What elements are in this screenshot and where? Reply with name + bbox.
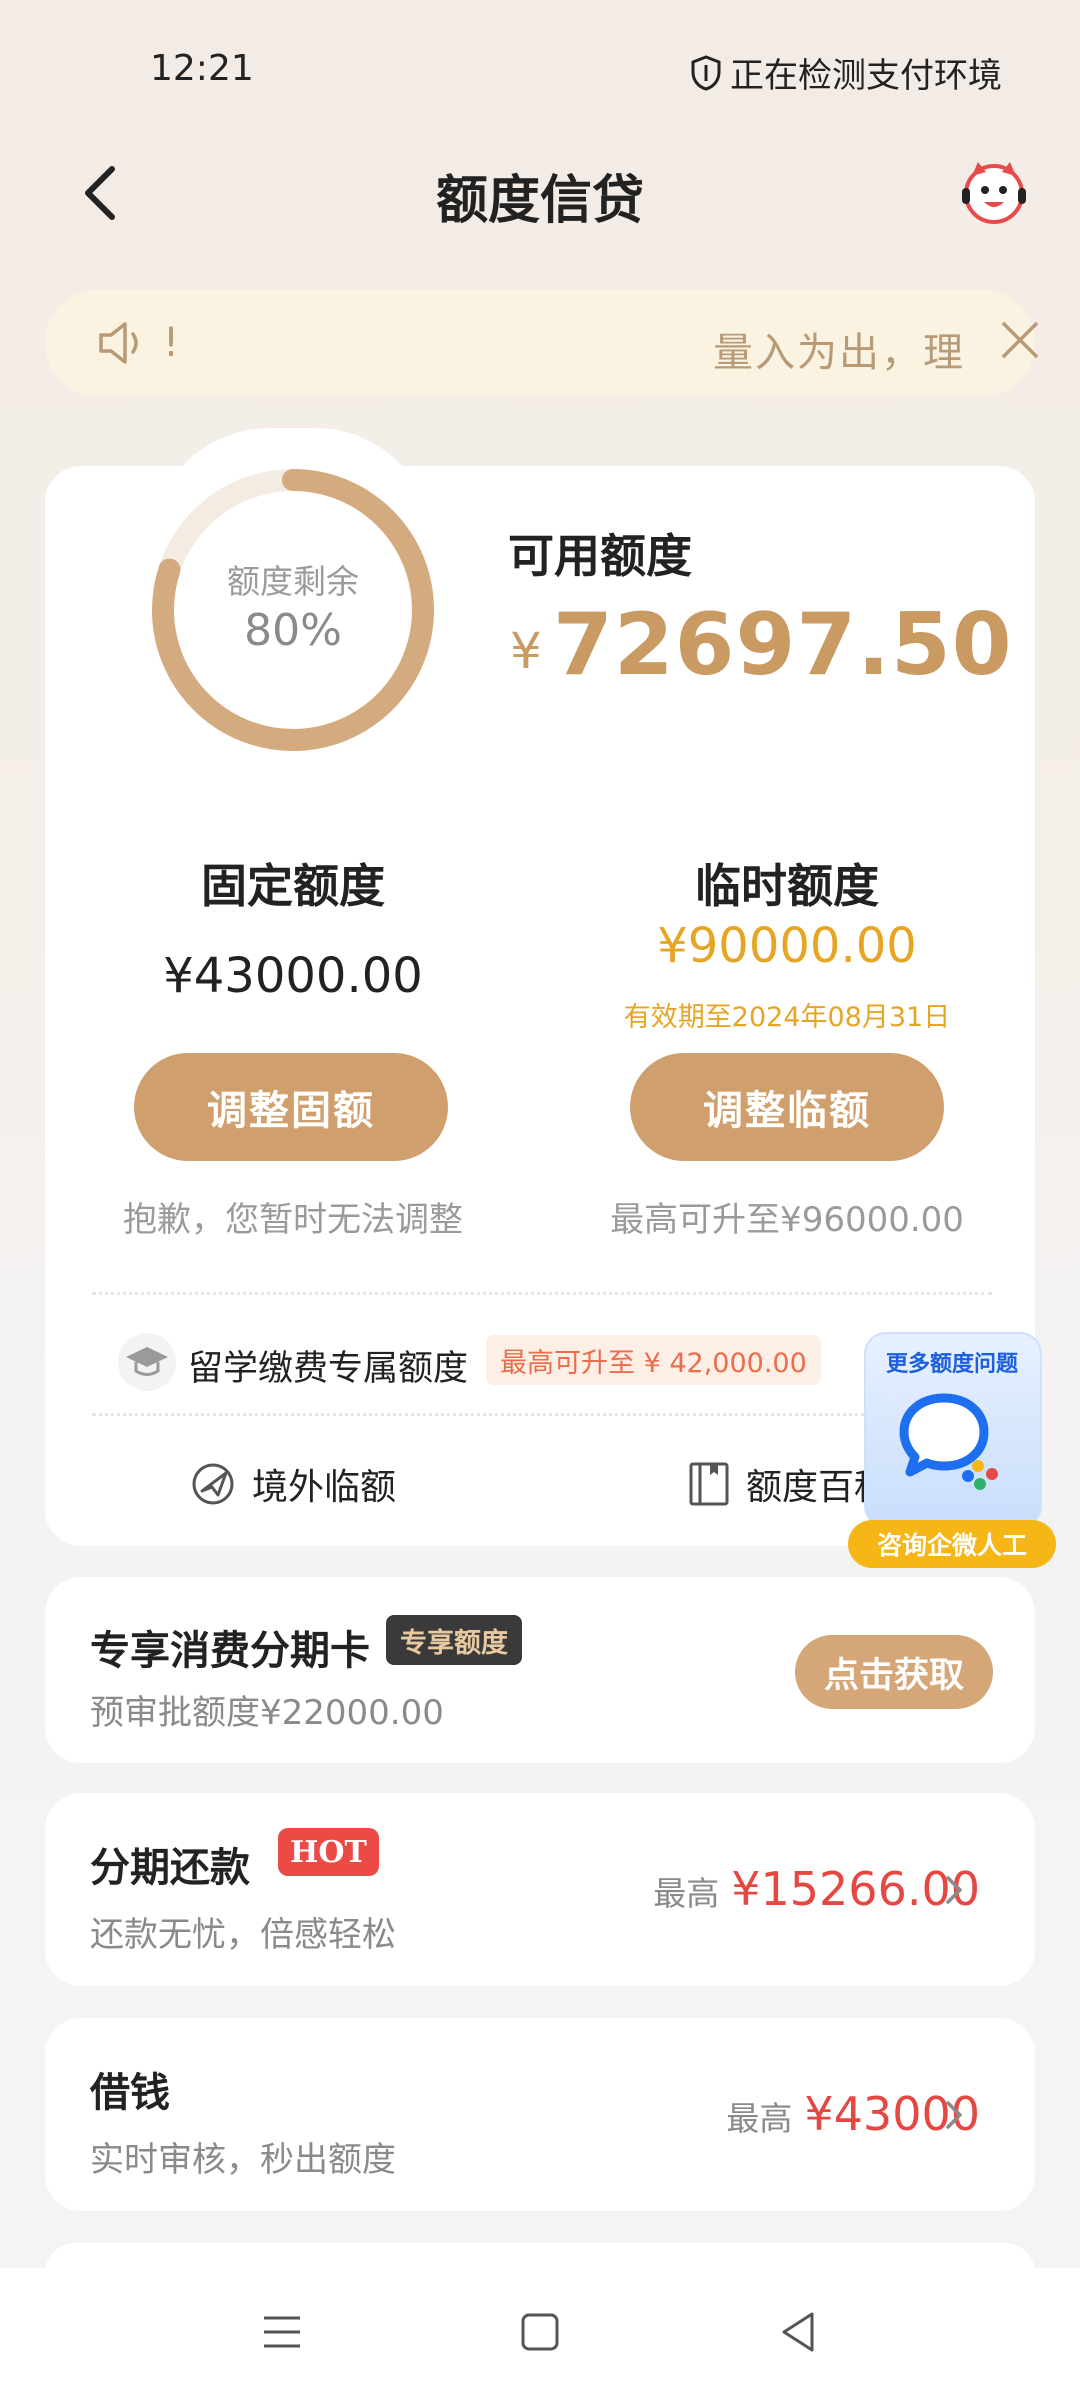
borrow-title: 借钱: [90, 2070, 170, 2116]
book-icon: [689, 1462, 729, 1506]
help-widget-title: 更多额度问题: [885, 1352, 1018, 1377]
available-currency: ¥: [510, 622, 542, 680]
study-limit-badge[interactable]: 最高可升至 ¥ 42,000.00: [486, 1335, 821, 1385]
installment-repay-title: 分期还款: [90, 1845, 250, 1891]
notice-marquee-fragment: !: [163, 320, 180, 366]
study-limit-label[interactable]: 留学缴费专属额度: [188, 1340, 468, 1391]
adjust-temp-limit-button[interactable]: 调整临额: [630, 1053, 944, 1161]
available-limit-amount: 72697.50: [553, 595, 1013, 695]
overseas-temp-limit-link[interactable]: 境外临额: [190, 1458, 396, 1510]
installment-card-sub: 预审批额度¥22000.00: [90, 1693, 444, 1733]
adjust-fixed-limit-button[interactable]: 调整固额: [134, 1053, 448, 1161]
available-limit-label: 可用额度: [508, 529, 692, 583]
overseas-temp-limit-label: 境外临额: [252, 1467, 397, 1508]
repay-max-label: 最高: [653, 1874, 720, 1913]
borrow-max-label: 最高: [726, 2099, 793, 2138]
graduation-cap-icon: [118, 1333, 176, 1391]
notice-text: 量入为出，理: [713, 330, 965, 376]
notice-bar: ! 量入为出，理: [45, 290, 1038, 396]
ring-percent: 80%: [244, 605, 342, 656]
fixed-limit-title: 固定额度: [201, 859, 385, 913]
borrow-sub: 实时审核，秒出额度: [90, 2140, 396, 2180]
temp-limit-amount: ¥90000.00: [657, 918, 917, 974]
plane-circle-icon: [192, 1463, 234, 1505]
more-limit-help-widget[interactable]: 更多额度问题 咨询企微人工: [848, 1332, 1056, 1572]
chat-bubble-icon: [899, 1393, 998, 1490]
system-nav-bar: [0, 2268, 1080, 2400]
installment-repay-sub: 还款无忧，倍感轻松: [90, 1915, 396, 1955]
limit-wiki-link[interactable]: 额度百科: [688, 1458, 890, 1510]
consult-agent-button[interactable]: 咨询企微人工: [848, 1520, 1056, 1568]
shield-icon: [691, 54, 721, 91]
page-title: 额度信贷: [435, 171, 644, 231]
chevron-right-icon: [946, 1876, 962, 1904]
speaker-icon: [99, 322, 138, 364]
status-bar: 12:21 正在检测支付环境: [0, 0, 1080, 130]
payment-env-text: 正在检测支付环境: [730, 56, 1002, 96]
installment-card-title: 专享消费分期卡: [90, 1628, 370, 1674]
temp-limit-note: 最高可升至¥96000.00: [610, 1200, 964, 1240]
back-triangle-icon[interactable]: [778, 2310, 818, 2354]
status-time: 12:21: [150, 48, 254, 89]
get-installment-card-button[interactable]: 点击获取: [795, 1635, 993, 1709]
close-icon[interactable]: [1000, 320, 1040, 360]
payment-env-indicator: 正在检测支付环境: [690, 48, 1002, 97]
menu-icon[interactable]: [262, 2312, 302, 2352]
fixed-limit-amount: ¥43000.00: [163, 948, 423, 1004]
chevron-right-icon: [946, 2101, 962, 2129]
assistant-mascot-icon[interactable]: [958, 156, 1030, 228]
divider: [92, 1292, 992, 1295]
divider: [92, 1413, 992, 1416]
temp-limit-title: 临时额度: [695, 859, 879, 913]
fixed-limit-note: 抱歉，您暂时无法调整: [123, 1200, 463, 1240]
exclusive-limit-tag: 专享额度: [386, 1615, 522, 1665]
repay-max: 最高 ¥15266.00: [653, 1862, 980, 1916]
temp-limit-expiry: 有效期至2024年08月31日: [623, 1002, 951, 1033]
hot-tag: HOT: [278, 1828, 379, 1876]
home-icon[interactable]: [520, 2312, 560, 2352]
ring-label: 额度剩余: [227, 562, 359, 601]
